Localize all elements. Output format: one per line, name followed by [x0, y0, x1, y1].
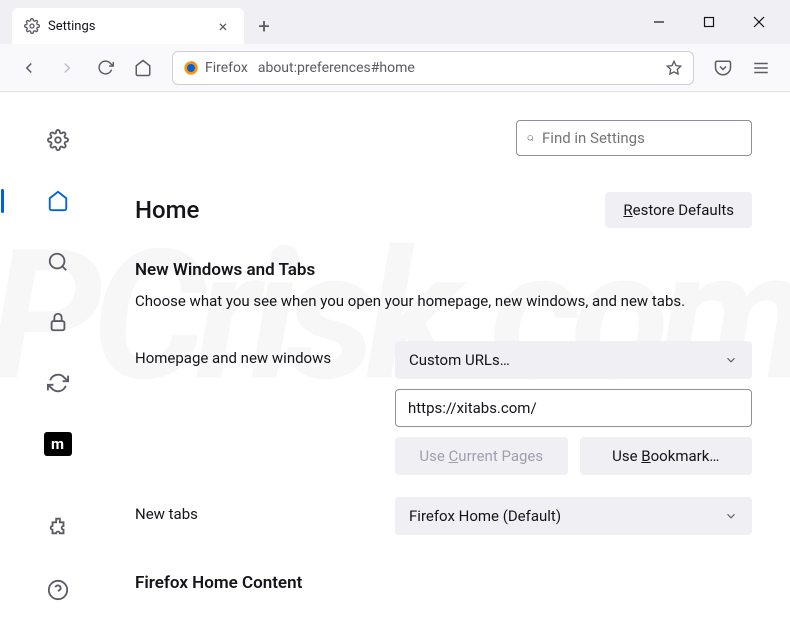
newtabs-select[interactable]: Firefox Home (Default) — [395, 497, 752, 535]
use-current-pages-button[interactable]: Use Current Pages — [395, 437, 568, 475]
sidebar-item-search[interactable] — [36, 241, 80, 282]
sidebar-item-privacy[interactable] — [36, 302, 80, 343]
sidebar-item-extensions[interactable] — [36, 504, 80, 548]
home-button[interactable] — [126, 51, 160, 85]
tab-bar: Settings × + — [0, 0, 790, 44]
page-title: Home — [135, 196, 199, 224]
settings-search[interactable] — [516, 120, 752, 156]
main-panel: Home Restore Defaults New Windows and Ta… — [115, 92, 790, 632]
newtabs-label: New tabs — [135, 497, 383, 523]
settings-search-input[interactable] — [542, 129, 741, 147]
newtabs-select-value: Firefox Home (Default) — [409, 507, 561, 525]
sidebar-item-home[interactable] — [36, 181, 80, 222]
chevron-down-icon — [724, 353, 738, 367]
restore-defaults-button[interactable]: Restore Defaults — [605, 192, 752, 228]
tab-settings[interactable]: Settings × — [12, 8, 244, 44]
forward-button[interactable] — [50, 51, 84, 85]
pocket-button[interactable] — [706, 51, 740, 85]
sidebar-item-help[interactable] — [36, 568, 80, 612]
close-icon[interactable]: × — [214, 17, 232, 35]
toolbar: Firefox about:preferences#home — [0, 44, 790, 92]
sidebar-item-more[interactable]: m — [36, 423, 80, 464]
tab-title: Settings — [48, 19, 206, 34]
bookmark-star-icon[interactable] — [665, 59, 683, 77]
firefox-icon — [183, 60, 199, 76]
homepage-select-value: Custom URLs… — [409, 351, 510, 369]
url-text: about:preferences#home — [258, 60, 655, 76]
close-window-button[interactable] — [736, 6, 782, 38]
homepage-select[interactable]: Custom URLs… — [395, 341, 752, 379]
maximize-button[interactable] — [686, 6, 732, 38]
minimize-button[interactable] — [636, 6, 682, 38]
gear-icon — [24, 18, 40, 34]
chevron-down-icon — [724, 509, 738, 523]
url-bar[interactable]: Firefox about:preferences#home — [172, 51, 694, 85]
menu-button[interactable] — [744, 51, 778, 85]
reload-button[interactable] — [88, 51, 122, 85]
back-button[interactable] — [12, 51, 46, 85]
homepage-label: Homepage and new windows — [135, 341, 383, 367]
sidebar: m — [0, 92, 115, 632]
search-icon — [527, 130, 534, 146]
section-firefox-home-content: Firefox Home Content — [135, 573, 752, 593]
sidebar-item-general[interactable] — [36, 120, 80, 161]
sidebar-item-sync[interactable] — [36, 363, 80, 404]
homepage-url-input[interactable] — [395, 389, 752, 427]
url-prefix: Firefox — [183, 60, 248, 76]
section-new-windows: New Windows and Tabs — [135, 260, 752, 280]
new-tab-button[interactable]: + — [248, 10, 280, 42]
use-bookmark-button[interactable]: Use Bookmark… — [580, 437, 753, 475]
section-description: Choose what you see when you open your h… — [135, 290, 752, 313]
